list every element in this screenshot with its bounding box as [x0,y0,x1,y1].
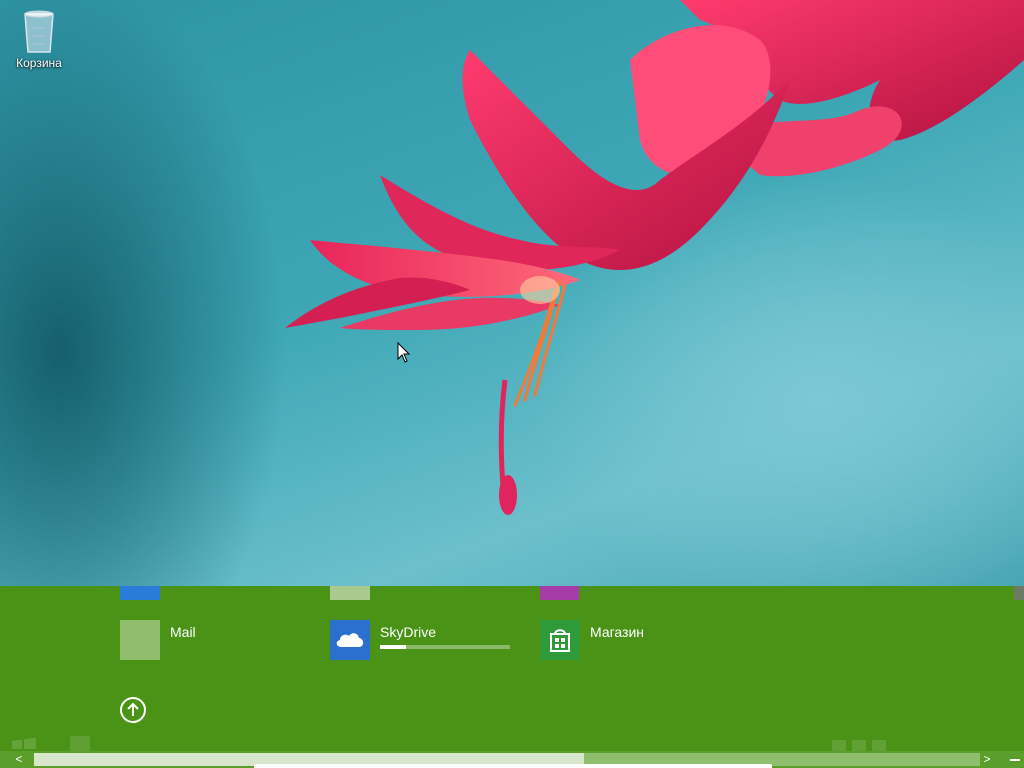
desktop-wallpaper: Корзина [0,0,1024,586]
app-store[interactable]: Магазин [540,620,644,660]
app-skydrive[interactable]: SkyDrive [330,620,436,660]
partial-tile-app-3[interactable] [540,586,579,600]
scroll-indicator-tab [254,764,772,768]
recycle-bin-label: Корзина [16,56,62,70]
all-apps-up-button[interactable] [120,697,146,723]
recycle-bin-shortcut[interactable]: Корзина [12,6,66,70]
zoom-out-button[interactable] [1008,754,1022,765]
skydrive-cloud-icon [330,620,370,660]
recycle-bin-icon [24,10,54,53]
partial-tile-app-2[interactable] [330,586,370,600]
app-store-label: Магазин [590,624,645,640]
store-icon [540,620,580,660]
flower-wallpaper-image [285,0,1024,515]
app-mail-label: Mail [170,624,196,640]
progress-fill [380,645,406,649]
start-screen-panel: Mail SkyDrive Магазин [0,586,1024,768]
mail-icon [120,620,160,660]
app-mail[interactable]: Mail [120,620,196,660]
mouse-cursor-icon [397,342,411,363]
edge-marker [1014,586,1024,600]
app-skydrive-label: SkyDrive [380,624,437,640]
skydrive-download-progress [380,645,510,649]
partial-tile-app-1[interactable] [120,586,160,600]
arrow-up-icon [127,702,139,716]
scroll-right-button[interactable]: > [976,751,998,768]
scroll-left-button[interactable]: < [8,751,30,768]
